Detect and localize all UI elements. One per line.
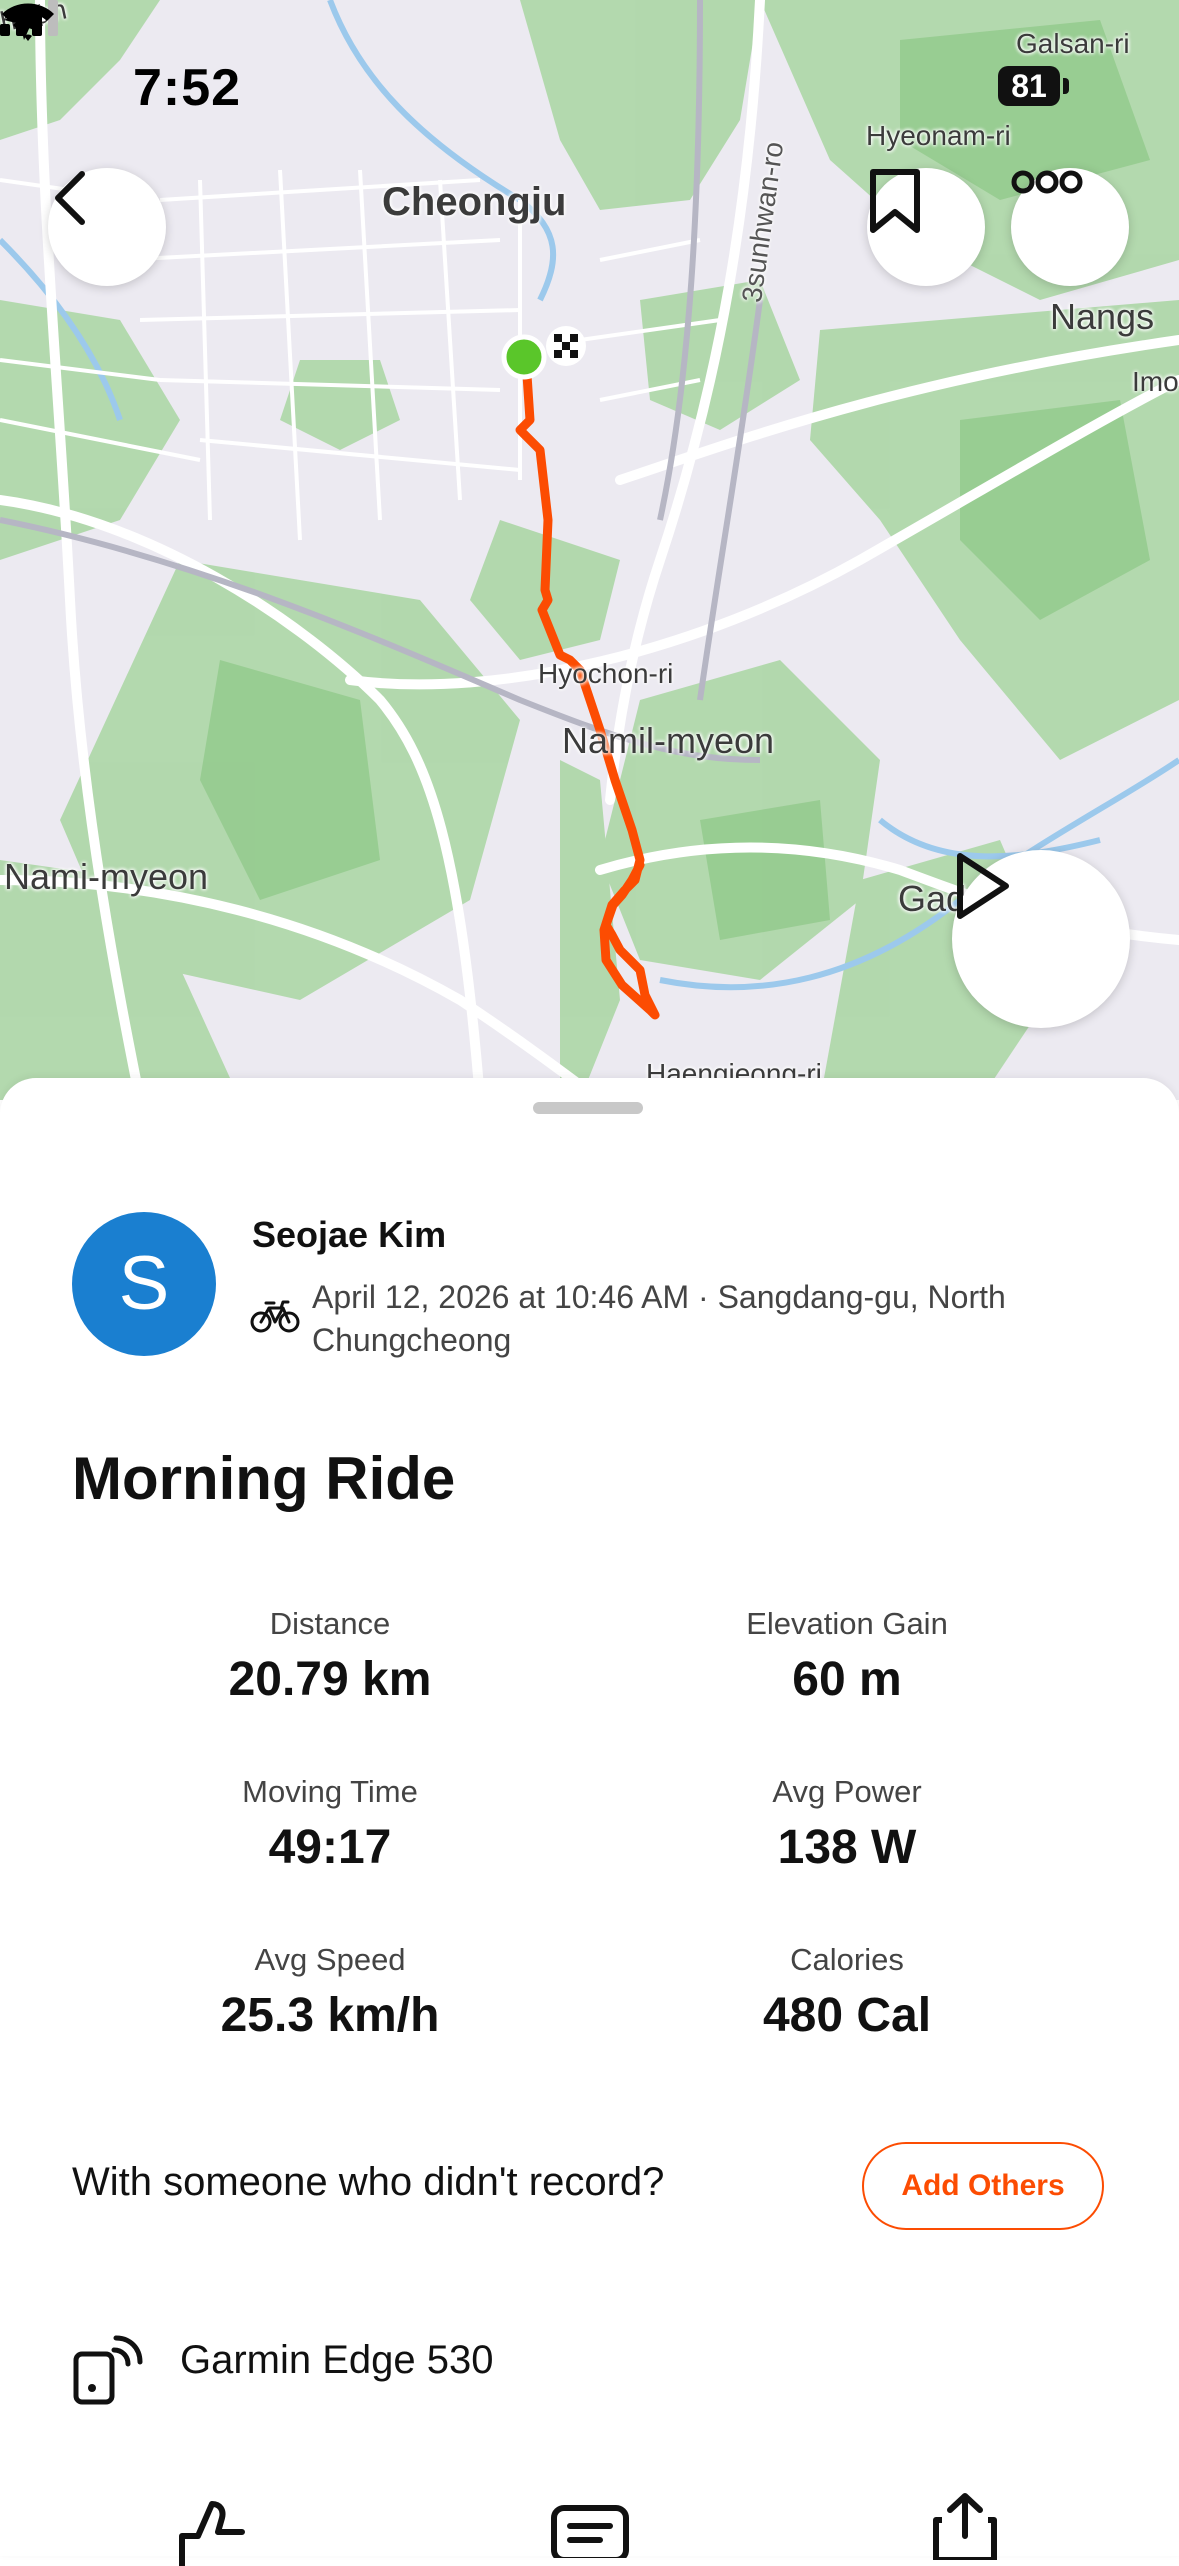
back-button[interactable] [48, 168, 166, 286]
wifi-icon [2, 3, 54, 41]
activity-sheet: S Seojae Kim April 12, 2026 at 10:46 AM … [0, 1078, 1179, 2566]
stat-label: Avg Speed [254, 1942, 406, 1977]
stat-avg-power: Avg Power 138 W [627, 1774, 1067, 1875]
finish-marker [546, 326, 586, 366]
with-others-prompt: With someone who didn't record? [72, 2160, 665, 2204]
activity-title: Morning Ride [72, 1445, 456, 1512]
stat-elevation-gain: Elevation Gain 60 m [627, 1606, 1067, 1707]
stat-distance: Distance 20.79 km [110, 1606, 550, 1707]
status-time: 7:52 [133, 59, 242, 117]
stat-calories: Calories 480 Cal [627, 1942, 1067, 2043]
map-label: Namil-myeon [562, 720, 775, 761]
battery-indicator: 81 [998, 66, 1060, 106]
more-dots-icon [1011, 170, 1083, 194]
stat-value: 20.79 km [228, 1653, 432, 1706]
bike-icon [250, 1300, 300, 1333]
stat-value: 49:17 [268, 1821, 392, 1874]
comment-icon[interactable] [550, 2498, 630, 2558]
more-options-button[interactable] [1011, 168, 1129, 286]
stat-value: 25.3 km/h [220, 1989, 440, 2042]
device-icon [73, 2335, 143, 2405]
map-label: Hyochon-ri [538, 658, 674, 689]
play-icon [957, 853, 1009, 919]
map-label: Nangs [1050, 296, 1155, 337]
route-map[interactable]: hwan Galsan-ri Hyeonam-ri Cheongju 3sunh… [0, 0, 1179, 1100]
athlete-name[interactable]: Seojae Kim [252, 1214, 446, 1256]
save-route-button[interactable] [867, 168, 985, 286]
status-bar: 7:52 81 [0, 0, 1179, 170]
stat-value: 138 W [777, 1821, 917, 1874]
stat-value: 480 Cal [762, 1989, 932, 2042]
map-label: Nami-myeon [4, 856, 209, 897]
stat-label: Moving Time [242, 1774, 418, 1809]
share-icon[interactable] [930, 2490, 1000, 2560]
chevron-left-icon [55, 171, 85, 225]
device-name: Garmin Edge 530 [180, 2338, 494, 2382]
stat-avg-speed: Avg Speed 25.3 km/h [110, 1942, 550, 2043]
play-flyover-button[interactable] [952, 850, 1130, 1028]
map-label: Imo [1132, 366, 1179, 397]
bookmark-icon [870, 169, 920, 233]
start-marker [501, 334, 547, 380]
map-label: Cheongju [382, 180, 567, 224]
stat-label: Calories [790, 1942, 904, 1977]
stat-moving-time: Moving Time 49:17 [110, 1774, 550, 1875]
activity-meta: April 12, 2026 at 10:46 AM · Sangdang-gu… [312, 1279, 1006, 1358]
stat-label: Avg Power [772, 1774, 922, 1809]
battery-tip [1063, 78, 1069, 94]
stat-label: Distance [269, 1606, 391, 1641]
athlete-avatar[interactable]: S [72, 1212, 216, 1356]
stat-label: Elevation Gain [746, 1606, 948, 1641]
sheet-grabber[interactable] [533, 1102, 643, 1114]
stat-value: 60 m [792, 1653, 902, 1706]
add-others-button[interactable]: Add Others [862, 2142, 1104, 2230]
